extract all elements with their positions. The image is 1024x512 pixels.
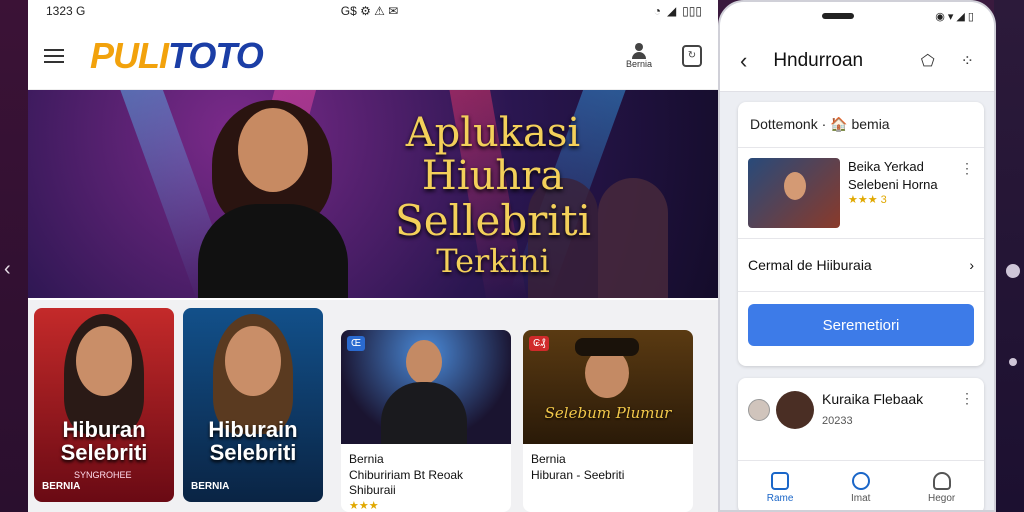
app-logo[interactable]: PULITOTO [90, 35, 264, 77]
person-icon [631, 42, 647, 59]
more-options-icon[interactable]: ⁘ [961, 51, 974, 71]
dot-icon [1006, 264, 1020, 278]
more-vert-icon[interactable]: ⋮ [960, 390, 974, 407]
tab-chat[interactable]: Imat [851, 471, 870, 504]
card-title: Bernia [349, 452, 384, 466]
status-bar: 1323 G G$ ⚙ ⚠ ✉ ◔ ◢ ▯▯▯ [28, 0, 718, 22]
list-item[interactable]: Beika Yerkad Selebeni Horna ★★★ 3 ⋮ [738, 148, 984, 239]
card-title: Bernia [531, 452, 566, 466]
avatar [748, 398, 770, 421]
avatar [776, 390, 814, 429]
card-badge: Œ [347, 336, 365, 351]
camera-notch [821, 13, 854, 19]
card-subtitle: Hiburan - Seebriti [531, 467, 625, 482]
tab-home[interactable]: Rame [767, 471, 793, 504]
item-thumbnail [748, 158, 840, 228]
home-icon [771, 471, 790, 490]
chevron-left-icon[interactable]: ‹ [4, 258, 11, 281]
notification-icon[interactable]: ⬠ [921, 51, 935, 71]
breadcrumb[interactable]: Dottemonk · 🏠 bemia [738, 102, 984, 148]
card-badge: ₢₰ [529, 336, 550, 351]
phone-status-icons: ◉ ▾ ◢ ▯ [935, 10, 974, 23]
more-vert-icon[interactable]: ⋮ [960, 160, 974, 177]
item-subtitle: Selebeni Horna [848, 176, 938, 192]
item-title: Beika Yerkad [848, 159, 924, 174]
status-icons: G$ ⚙ ⚠ ✉ [340, 4, 399, 18]
phone-top-bar: ‹ Hndurroan ⬠ ⁘ [720, 30, 994, 92]
content-grid: Hiburan Selebriti SYNGROHEE BERNIA Hibur… [28, 300, 718, 512]
primary-button[interactable]: Seremetiori [748, 304, 974, 346]
row-label: Cermal de Hiiburaia [748, 257, 872, 273]
share-icon[interactable]: ↻ [682, 44, 702, 67]
post-item[interactable]: Kuraika Flebaak 20233 ⋮ [738, 378, 984, 441]
account-label: Bernia [625, 58, 652, 69]
bottom-nav: Rame Imat Hegor [738, 460, 984, 510]
rating-stars: ★★★ [349, 499, 379, 512]
back-arrow-icon[interactable]: ‹ [740, 48, 747, 74]
left-backdrop [0, 0, 28, 512]
phone-screen: ◉ ▾ ◢ ▯ ‹ Hndurroan ⬠ ⁘ Dottemonk · 🏠 be… [718, 0, 996, 512]
card-caption: Shiburaii [349, 483, 396, 498]
hero-title: Aplukasi Hiuhra Sellebriti Terkini [394, 110, 592, 280]
phone-status-bar: ◉ ▾ ◢ ▯ [720, 2, 994, 30]
rating-stars: ★★★ 3 [848, 194, 887, 207]
card-image-text: Selebum Plumur [544, 404, 672, 422]
post-title: Kuraika Flebaak [822, 391, 924, 407]
account-button[interactable]: Bernia [625, 42, 652, 69]
hero-banner[interactable]: Aplukasi Hiuhra Sellebriti Terkini [28, 90, 718, 298]
battery-icon: ▯▯▯ [682, 4, 702, 18]
right-backdrop [994, 0, 1024, 512]
person-icon [932, 471, 951, 490]
phone-title: Hndurroan [773, 49, 864, 71]
post-date: 20233 [822, 414, 853, 427]
poster-card[interactable]: Hiburain Selebriti BERNIA [183, 308, 323, 502]
app-bar: PULITOTO Bernia ↻ [28, 22, 718, 90]
video-card[interactable]: Œ Bernia Chibuririam Bt Reoak Shiburaii … [341, 330, 511, 512]
signal-icon: ◢ [666, 4, 677, 18]
poster-card[interactable]: Hiburan Selebriti SYNGROHEE BERNIA [34, 308, 174, 502]
wifi-icon: ◔ [653, 4, 661, 18]
status-right: ◔ ◢ ▯▯▯ [654, 4, 702, 18]
settings-row[interactable]: Cermal de Hiiburaia › [738, 239, 984, 292]
post-panel: Kuraika Flebaak 20233 ⋮ Rame Imat Hegor [738, 378, 984, 510]
menu-icon[interactable] [44, 48, 64, 63]
status-time: 1323 G [46, 4, 86, 18]
chat-icon [851, 471, 870, 490]
dot-icon [1009, 358, 1017, 366]
tab-profile[interactable]: Hegor [928, 471, 955, 504]
chevron-right-icon: › [969, 257, 974, 273]
card-subtitle: Chibuririam Bt Reoak [349, 467, 464, 482]
tablet-screen: 1323 G G$ ⚙ ⚠ ✉ ◔ ◢ ▯▯▯ PULITOTO Bernia … [28, 0, 718, 512]
video-card[interactable]: ₢₰ Selebum Plumur Bernia Hiburan - Seebr… [523, 330, 693, 512]
content-panel: Dottemonk · 🏠 bemia Beika Yerkad Seleben… [738, 102, 984, 366]
